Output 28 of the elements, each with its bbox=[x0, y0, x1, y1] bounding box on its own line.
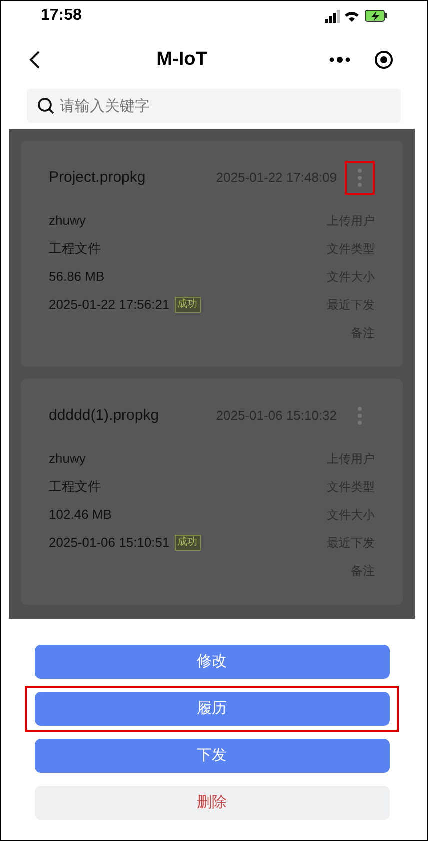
back-icon bbox=[29, 50, 41, 70]
search-field[interactable]: 请输入关键字 bbox=[27, 89, 401, 123]
signal-icon bbox=[325, 10, 340, 22]
field-value: 工程文件 bbox=[49, 240, 101, 258]
field-value: 工程文件 bbox=[49, 478, 101, 496]
field-value: 2025-01-22 17:56:21 bbox=[49, 296, 170, 314]
file-name: ddddd(1).propkg bbox=[49, 406, 160, 426]
battery-icon bbox=[365, 10, 387, 22]
more-icon[interactable] bbox=[328, 56, 350, 64]
field-value: zhuwy bbox=[49, 450, 86, 468]
field-value: 102.46 MB bbox=[49, 506, 112, 524]
wifi-icon bbox=[345, 10, 360, 22]
file-name: Project.propkg bbox=[49, 168, 146, 188]
action-button[interactable]: 修改 bbox=[34, 645, 390, 679]
page-title: M-IoT bbox=[156, 48, 208, 72]
action-button[interactable]: 删除 bbox=[34, 786, 390, 820]
more-icon bbox=[358, 169, 362, 187]
field-value: zhuwy bbox=[49, 212, 86, 230]
action-button[interactable]: 下发 bbox=[34, 739, 390, 773]
field-value: 56.86 MB bbox=[49, 268, 105, 286]
field-value: 2025-01-06 15:10:51 bbox=[49, 534, 170, 552]
close-icon[interactable] bbox=[374, 50, 394, 70]
status-tag: 成功 bbox=[174, 297, 201, 313]
clock: 17:58 bbox=[41, 6, 82, 26]
search-icon bbox=[37, 97, 55, 115]
action-button[interactable]: 履历 bbox=[34, 692, 390, 726]
status-tag: 成功 bbox=[174, 535, 201, 551]
more-icon bbox=[358, 407, 362, 425]
